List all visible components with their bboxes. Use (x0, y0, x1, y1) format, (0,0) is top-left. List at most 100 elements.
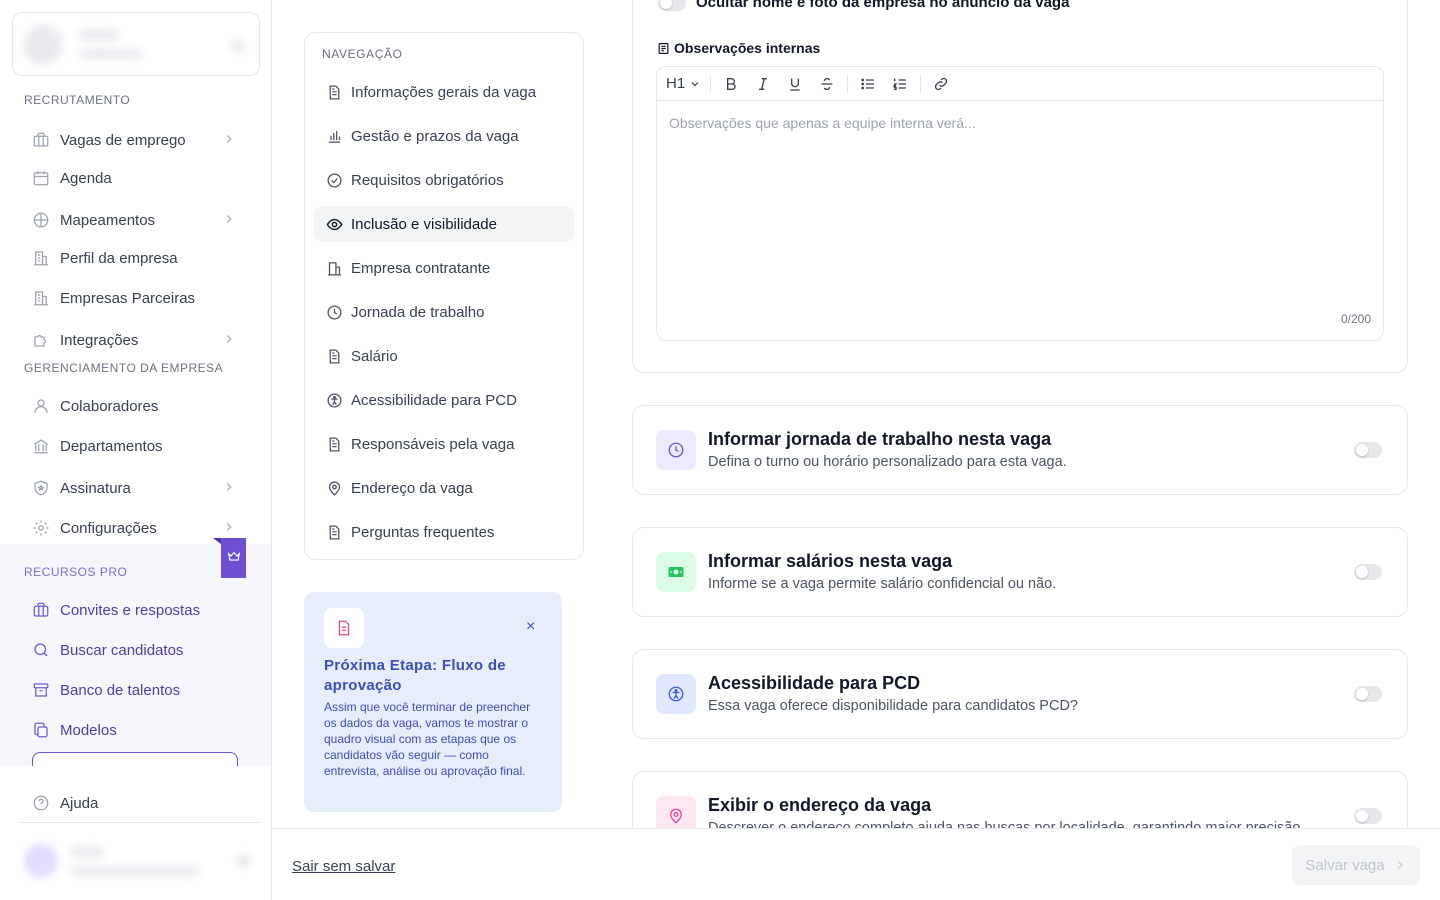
nav-item-inclusion[interactable]: Inclusão e visibilidade (314, 206, 574, 242)
nav-item-general-info[interactable]: Informações gerais da vaga (314, 74, 574, 110)
sidebar-item-agenda[interactable]: Agenda (24, 160, 248, 196)
toolbar-separator (847, 74, 848, 93)
map-pin-icon (326, 480, 343, 497)
internal-notes-label: Observações internas (657, 40, 820, 56)
nav-item-work-schedule[interactable]: Jornada de trabalho (314, 294, 574, 330)
sidebar-item-talent-bank[interactable]: Banco de talentos (24, 672, 248, 708)
building-icon (32, 289, 50, 307)
sidebar-item-company-profile[interactable]: Perfil da empresa (24, 240, 248, 276)
chevron-right-icon (1393, 858, 1407, 872)
exit-without-saving-link[interactable]: Sair sem salvar (292, 858, 395, 875)
sidebar-item-label: Mapeamentos (60, 211, 156, 229)
underline-icon[interactable] (779, 70, 811, 98)
numbered-list-icon[interactable] (884, 70, 916, 98)
user-icon (32, 397, 50, 415)
option-card-salary: Informar salários nesta vaga Informe se … (632, 527, 1408, 617)
briefcase-icon (32, 131, 50, 149)
sidebar-item-integrations[interactable]: Integrações (24, 322, 248, 358)
help-icon (32, 794, 50, 812)
clock-icon (656, 430, 696, 470)
section-recruitment: RECRUTAMENTO (24, 93, 131, 107)
nav-item-address[interactable]: Endereço da vaga (314, 470, 574, 506)
next-step-tip-card: × Próxima Etapa: Fluxo de aprovação Assi… (304, 592, 562, 812)
option-description: Defina o turno ou horário personalizado … (708, 454, 1067, 470)
nav-item-requirements[interactable]: Requisitos obrigatórios (314, 162, 574, 198)
shield-icon (32, 479, 50, 497)
nav-item-label: Acessibilidade para PCD (351, 391, 517, 409)
nav-item-accessibility[interactable]: Acessibilidade para PCD (314, 382, 574, 418)
salary-toggle[interactable] (1354, 564, 1382, 580)
nav-item-label: Informações gerais da vaga (351, 83, 537, 101)
sidebar-item-partner-companies[interactable]: Empresas Parceiras (24, 280, 248, 316)
tip-title: Próxima Etapa: Fluxo de aprovação (324, 657, 506, 694)
company-logo (23, 25, 63, 65)
pro-crown-badge (213, 538, 246, 578)
nav-item-responsibles[interactable]: Responsáveis pela vaga (314, 426, 574, 462)
heading-select[interactable]: H1 (666, 70, 706, 98)
calendar-icon (32, 169, 50, 187)
nav-item-hiring-company[interactable]: Empresa contratante (314, 250, 574, 286)
form-navigation-panel: NAVEGAÇÃO Informações gerais da vaga Ges… (304, 32, 584, 560)
nav-item-label: Salário (351, 347, 398, 365)
sidebar-item-collaborators[interactable]: Colaboradores (24, 388, 248, 424)
sidebar-item-label: Ajuda (60, 794, 99, 812)
user-profile-card[interactable] (20, 836, 260, 886)
character-counter: 0/200 (1340, 312, 1371, 326)
nav-item-label: Jornada de trabalho (351, 303, 485, 321)
accessibility-toggle[interactable] (1354, 686, 1382, 702)
work-schedule-toggle[interactable] (1354, 442, 1382, 458)
sidebar-scroll-mask (0, 766, 271, 786)
sidebar-item-jobs[interactable]: Vagas de emprego (24, 122, 248, 158)
crown-icon (227, 549, 241, 568)
toolbar-separator (920, 74, 921, 93)
document-icon (326, 436, 343, 453)
sidebar-item-label: Vagas de emprego (60, 131, 186, 149)
save-job-button[interactable]: Salvar vaga (1292, 845, 1420, 885)
address-toggle[interactable] (1354, 808, 1382, 824)
sidebar-item-help[interactable]: Ajuda (24, 785, 248, 821)
bold-icon[interactable] (715, 70, 747, 98)
sidebar-item-mappings[interactable]: Mapeamentos (24, 202, 248, 238)
avatar (24, 844, 58, 878)
hide-company-toggle[interactable] (658, 0, 686, 11)
sidebar-item-label: Modelos (60, 721, 117, 739)
nav-item-management[interactable]: Gestão e prazos da vaga (314, 118, 574, 154)
nav-item-salary[interactable]: Salário (314, 338, 574, 374)
toolbar-separator (710, 74, 711, 93)
briefcase-icon (32, 601, 50, 619)
document-icon (326, 348, 343, 365)
sidebar-item-label: Integrações (60, 331, 139, 349)
sidebar: RECRUTAMENTO Vagas de emprego Agenda Map… (0, 0, 272, 900)
sidebar-item-label: Configurações (60, 519, 157, 537)
nav-item-faq[interactable]: Perguntas frequentes (314, 514, 574, 550)
sidebar-item-subscription[interactable]: Assinatura (24, 470, 248, 506)
editor-textarea[interactable]: Observações que apenas a equipe interna … (669, 115, 976, 131)
eye-icon (326, 216, 343, 233)
document-icon (324, 608, 364, 648)
sidebar-item-label: Assinatura (60, 479, 131, 497)
internal-notes-editor: H1 Observações que apenas a equipe inter… (656, 66, 1384, 341)
company-name-blurred (79, 29, 119, 41)
link-icon[interactable] (925, 70, 957, 98)
accessibility-icon (326, 392, 343, 409)
company-subtitle-blurred (79, 49, 143, 59)
sidebar-item-templates[interactable]: Modelos (24, 712, 248, 748)
sidebar-item-search-candidates[interactable]: Buscar candidatos (24, 632, 248, 668)
option-card-work-schedule: Informar jornada de trabalho nesta vaga … (632, 405, 1408, 495)
strikethrough-icon[interactable] (811, 70, 843, 98)
tip-body: Assim que você terminar de preencher os … (324, 700, 531, 778)
sidebar-item-invites[interactable]: Convites e respostas (24, 592, 248, 628)
user-name-blurred (70, 846, 104, 858)
option-title: Informar salários nesta vaga (708, 551, 953, 571)
company-switcher[interactable] (12, 12, 260, 76)
section-company-management: GERENCIAMENTO DA EMPRESA (24, 361, 224, 375)
user-email-blurred (70, 866, 200, 876)
bank-icon (32, 437, 50, 455)
nav-item-label: Requisitos obrigatórios (351, 171, 504, 189)
bullet-list-icon[interactable] (852, 70, 884, 98)
save-job-label: Salvar vaga (1305, 856, 1385, 874)
italic-icon[interactable] (747, 70, 779, 98)
close-icon[interactable]: × (526, 619, 540, 635)
money-icon (656, 552, 696, 592)
sidebar-item-departments[interactable]: Departamentos (24, 428, 248, 464)
